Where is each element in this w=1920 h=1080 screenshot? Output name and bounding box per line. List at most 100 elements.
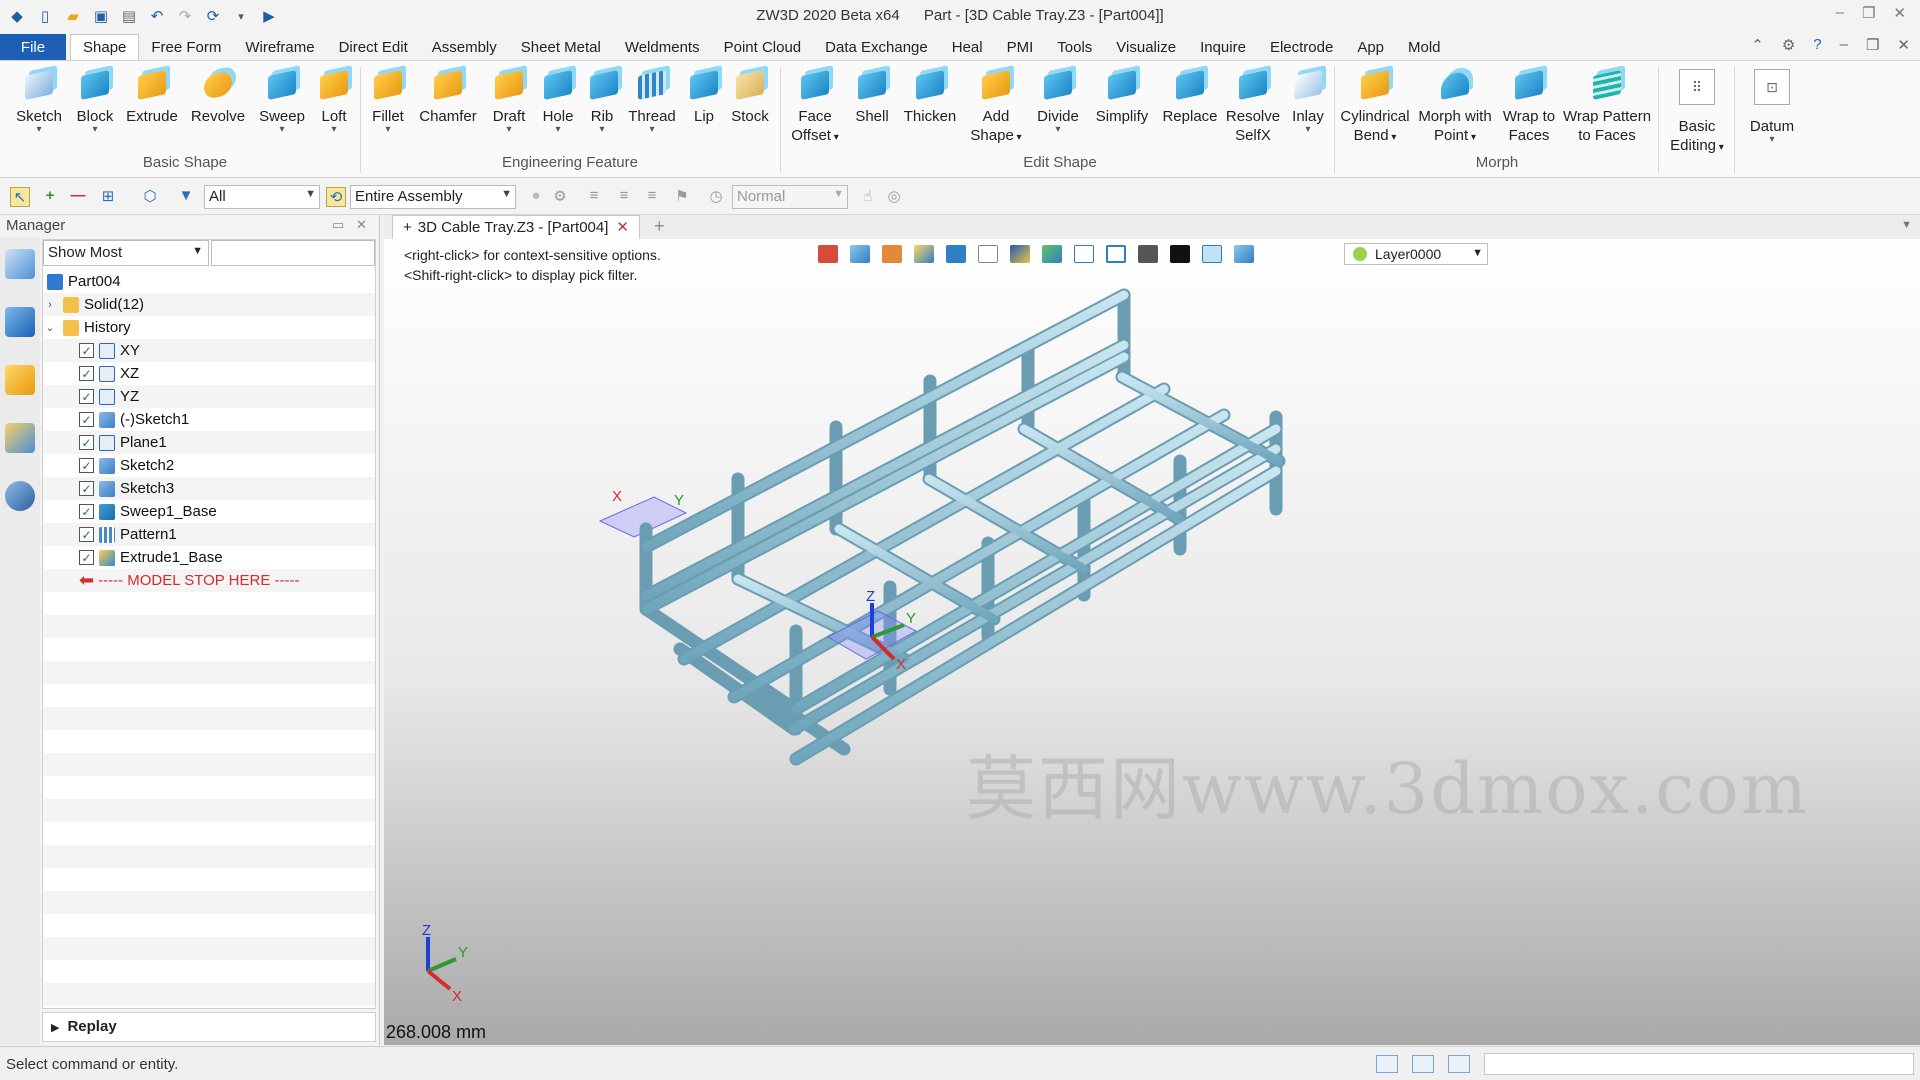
doc-minimize-icon[interactable]: – bbox=[1840, 36, 1848, 54]
checkbox[interactable]: ✓ bbox=[79, 458, 94, 473]
filter-options-icon[interactable]: ⊞ bbox=[98, 187, 118, 207]
model-stop-marker[interactable]: ⬅ ----- MODEL STOP HERE ----- bbox=[43, 569, 375, 592]
cable-tray-model[interactable]: X Y Z Y X Z Y X bbox=[384, 239, 1920, 1045]
tab-inquire[interactable]: Inquire bbox=[1188, 34, 1258, 60]
checkbox[interactable]: ✓ bbox=[79, 343, 94, 358]
basic-editing-button[interactable]: ⠿ Basic Editing ▾ bbox=[1664, 65, 1730, 157]
tab-app[interactable]: App bbox=[1345, 34, 1396, 60]
assembly-scope-icon[interactable]: ⟲ bbox=[326, 187, 346, 207]
list-view-icon[interactable] bbox=[1448, 1055, 1470, 1073]
tree-node-sketch2[interactable]: ✓ Sketch2 bbox=[43, 454, 375, 477]
graphics-viewport[interactable]: <right-click> for context-sensitive opti… bbox=[384, 239, 1920, 1045]
refresh-icon[interactable]: ⟳ bbox=[202, 5, 224, 27]
status-input-field[interactable] bbox=[1484, 1053, 1914, 1075]
resolve-selfx-button[interactable]: Resolve SelfX bbox=[1224, 65, 1282, 145]
shell-button[interactable]: Shell bbox=[850, 65, 894, 126]
sketch-button[interactable]: Sketch ▾ bbox=[14, 65, 64, 135]
wrap-pattern-to-faces-button[interactable]: Wrap Pattern to Faces bbox=[1562, 65, 1652, 145]
tree-node-solid[interactable]: › Solid(12) bbox=[43, 293, 375, 316]
customize-dropdown-icon[interactable]: ▾ bbox=[230, 5, 252, 27]
user-icon[interactable] bbox=[5, 481, 35, 511]
close-panel-icon[interactable]: ✕ bbox=[356, 217, 367, 233]
chevron-right-icon[interactable]: › bbox=[43, 299, 57, 311]
tab-list-icon[interactable]: ▼ bbox=[1901, 219, 1912, 231]
document-tab[interactable]: +3D Cable Tray.Z3 - [Part004] ✕ bbox=[392, 215, 640, 239]
replay-section[interactable]: ▶ Replay bbox=[42, 1012, 376, 1042]
checkbox[interactable]: ✓ bbox=[79, 389, 94, 404]
tree-node-plane1[interactable]: ✓ Plane1 bbox=[43, 431, 375, 454]
checkbox[interactable]: ✓ bbox=[79, 412, 94, 427]
run-icon[interactable]: ▶ bbox=[258, 5, 280, 27]
tree-node-sweep1[interactable]: ✓ Sweep1_Base bbox=[43, 500, 375, 523]
sweep-button[interactable]: Sweep ▾ bbox=[256, 65, 308, 135]
filter-select[interactable]: All ▼ bbox=[204, 185, 320, 209]
save-icon[interactable]: ▣ bbox=[90, 5, 112, 27]
checkbox[interactable]: ✓ bbox=[79, 550, 94, 565]
tab-mold[interactable]: Mold bbox=[1396, 34, 1453, 60]
tab-direct-edit[interactable]: Direct Edit bbox=[327, 34, 420, 60]
doc-restore-icon[interactable]: ❐ bbox=[1866, 36, 1879, 54]
thread-button[interactable]: Thread ▾ bbox=[626, 65, 678, 135]
minimize-icon[interactable]: – bbox=[1836, 4, 1844, 22]
loft-button[interactable]: Loft ▾ bbox=[312, 65, 356, 135]
filter-funnel-icon[interactable]: ▼ bbox=[176, 187, 196, 207]
divide-button[interactable]: Divide ▾ bbox=[1032, 65, 1084, 135]
collapse-ribbon-icon[interactable]: ⌃ bbox=[1751, 36, 1764, 54]
tab-tools[interactable]: Tools bbox=[1045, 34, 1104, 60]
manager-search-input[interactable] bbox=[211, 240, 375, 266]
restore-icon[interactable]: ❐ bbox=[1862, 4, 1875, 22]
thicken-button[interactable]: Thicken bbox=[900, 65, 960, 126]
new-file-icon[interactable]: ▯ bbox=[34, 5, 56, 27]
chevron-down-icon[interactable]: ⌄ bbox=[43, 321, 57, 334]
tab-point-cloud[interactable]: Point Cloud bbox=[712, 34, 814, 60]
tab-shape[interactable]: Shape bbox=[70, 34, 140, 60]
revolve-button[interactable]: Revolve bbox=[190, 65, 246, 126]
tree-node-extrude1[interactable]: ✓ Extrude1_Base bbox=[43, 546, 375, 569]
tab-data-exchange[interactable]: Data Exchange bbox=[813, 34, 940, 60]
open-folder-icon[interactable]: ▰ bbox=[62, 5, 84, 27]
tree-node-sketch3[interactable]: ✓ Sketch3 bbox=[43, 477, 375, 500]
extrude-button[interactable]: Extrude bbox=[124, 65, 180, 126]
remove-filter-icon[interactable]: — bbox=[68, 187, 88, 207]
tab-heal[interactable]: Heal bbox=[940, 34, 995, 60]
monitor-icon[interactable] bbox=[1412, 1055, 1434, 1073]
checkbox[interactable]: ✓ bbox=[79, 481, 94, 496]
tab-sheet-metal[interactable]: Sheet Metal bbox=[509, 34, 613, 60]
morph-with-point-button[interactable]: Morph with Point ▾ bbox=[1414, 65, 1496, 147]
tab-wireframe[interactable]: Wireframe bbox=[233, 34, 326, 60]
wrap-to-faces-button[interactable]: Wrap to Faces bbox=[1498, 65, 1560, 145]
hole-button[interactable]: Hole ▾ bbox=[538, 65, 578, 135]
add-filter-icon[interactable]: + bbox=[40, 187, 60, 207]
tree-toggle-icon[interactable] bbox=[1376, 1055, 1398, 1073]
layers-icon[interactable] bbox=[5, 423, 35, 453]
pin-panel-icon[interactable]: ▭ bbox=[332, 217, 344, 233]
tree-node-part[interactable]: Part004 bbox=[43, 270, 375, 293]
tab-visualize[interactable]: Visualize bbox=[1104, 34, 1188, 60]
face-offset-button[interactable]: Face Offset ▾ bbox=[786, 65, 844, 147]
history-tree-icon[interactable] bbox=[5, 249, 35, 279]
select-shape-icon[interactable]: ⬡ bbox=[140, 187, 160, 207]
checkbox[interactable]: ✓ bbox=[79, 366, 94, 381]
undo-icon[interactable]: ↶ bbox=[146, 5, 168, 27]
block-button[interactable]: Block ▾ bbox=[70, 65, 120, 135]
checkbox[interactable]: ✓ bbox=[79, 527, 94, 542]
stock-button[interactable]: Stock bbox=[728, 65, 772, 126]
chamfer-button[interactable]: Chamfer bbox=[418, 65, 478, 126]
part-icon[interactable] bbox=[5, 365, 35, 395]
checkbox[interactable]: ✓ bbox=[79, 504, 94, 519]
redo-icon[interactable]: ↷ bbox=[174, 5, 196, 27]
app-logo-icon[interactable]: ◆ bbox=[6, 5, 28, 27]
datum-button[interactable]: ⊡ Datum ▾ bbox=[1740, 65, 1804, 145]
tree-node-xz[interactable]: ✓ XZ bbox=[43, 362, 375, 385]
display-mode-select[interactable]: Normal ▼ bbox=[732, 185, 848, 209]
print-icon[interactable]: ▤ bbox=[118, 5, 140, 27]
help-icon[interactable]: ? bbox=[1813, 36, 1821, 54]
doc-close-icon[interactable]: ✕ bbox=[1897, 36, 1910, 54]
draft-button[interactable]: Draft ▾ bbox=[484, 65, 534, 135]
tab-free-form[interactable]: Free Form bbox=[139, 34, 233, 60]
close-icon[interactable]: ✕ bbox=[1893, 4, 1906, 22]
assembly-tree-icon[interactable] bbox=[5, 307, 35, 337]
new-tab-icon[interactable]: + bbox=[654, 216, 665, 237]
pick-arrow-icon[interactable]: ↖ bbox=[10, 187, 30, 207]
simplify-button[interactable]: Simplify bbox=[1090, 65, 1154, 126]
